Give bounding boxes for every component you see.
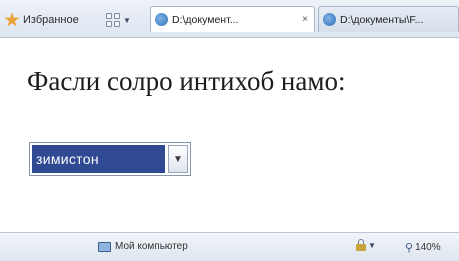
- ie-page-icon: [323, 13, 336, 26]
- star-icon: [4, 12, 20, 27]
- computer-icon: [98, 241, 111, 252]
- lock-icon: [356, 239, 366, 251]
- chevron-down-icon: ▼: [368, 240, 376, 250]
- security-zone: Мой компьютер: [98, 241, 188, 252]
- page-heading: Фасли солро интихоб намо:: [27, 66, 346, 96]
- protected-mode-button[interactable]: ▼: [356, 239, 376, 251]
- quick-tabs-icon: [106, 13, 120, 27]
- zoom-button[interactable]: ⚲ 140%: [405, 241, 441, 254]
- season-select[interactable]: зимистон ▼: [29, 142, 191, 176]
- zoom-label: 140%: [415, 242, 441, 253]
- tab-label: D:\документ...: [172, 13, 239, 26]
- status-bar: Мой компьютер ▼ ⚲ 140%: [0, 232, 459, 261]
- favorites-button[interactable]: Избранное: [4, 10, 79, 30]
- browser-toolbar: Избранное ▼ D:\документ... × D:\документ…: [0, 0, 459, 38]
- favorites-label: Избранное: [23, 14, 79, 26]
- tab-inactive[interactable]: D:\документы\F...: [318, 6, 459, 32]
- tab-label: D:\документы\F...: [340, 13, 424, 26]
- select-value[interactable]: зимистон: [32, 145, 165, 173]
- ie-page-icon: [155, 13, 168, 26]
- tab-close-button[interactable]: ×: [300, 14, 310, 25]
- quick-tabs-button[interactable]: ▼: [106, 10, 131, 30]
- dropdown-arrow-button[interactable]: ▼: [168, 145, 188, 173]
- zone-label: Мой компьютер: [115, 241, 188, 252]
- zoom-icon: ⚲: [405, 242, 414, 254]
- tab-list-chevron-icon[interactable]: ▼: [123, 16, 131, 25]
- chevron-down-icon: ▼: [173, 153, 183, 165]
- tab-active[interactable]: D:\документ... ×: [150, 6, 315, 32]
